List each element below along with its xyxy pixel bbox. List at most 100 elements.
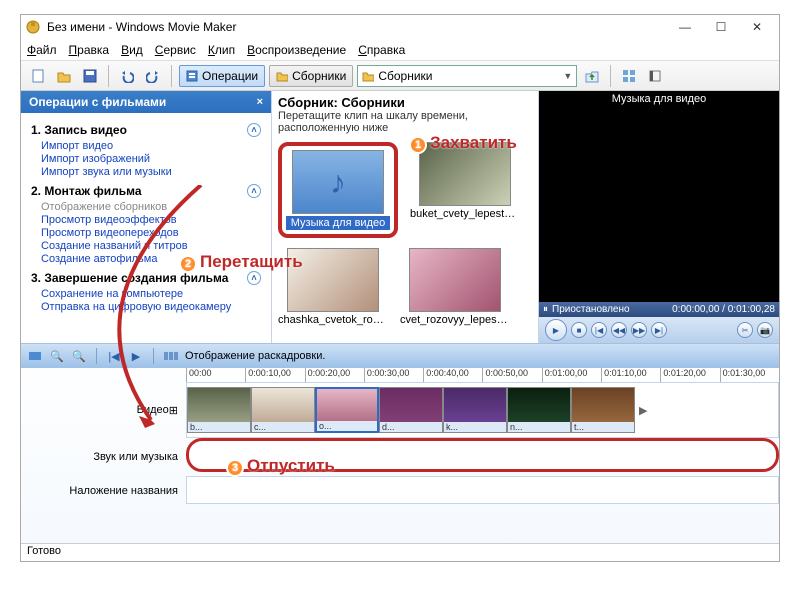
next-button[interactable]: ▶| — [651, 322, 667, 338]
audio-track-label: Звук или музыка — [21, 438, 186, 476]
menu-play[interactable]: Воспроизведение — [247, 43, 346, 57]
play-timeline-button[interactable]: ▶ — [128, 348, 144, 364]
combo-text: Сборники — [378, 69, 432, 83]
clip[interactable]: c... — [251, 387, 315, 433]
video-track[interactable]: b... c... o... d... k... n... t... ▶ — [186, 382, 779, 438]
view1-button[interactable] — [618, 65, 640, 87]
menu-edit[interactable]: Правка — [69, 43, 110, 57]
undo-button[interactable] — [116, 65, 138, 87]
chevron-up-icon: ˄ — [247, 184, 261, 198]
split-button[interactable]: ✂ — [737, 322, 753, 338]
music-note-icon: ♪ — [330, 164, 346, 201]
menu-view[interactable]: Вид — [121, 43, 143, 57]
timeline-toolbar: 🔍 🔍 |◀ ▶ Отображение раскадровки. — [21, 344, 779, 368]
thumb-audio[interactable]: ♪ Музыка для видео — [278, 142, 398, 238]
titlebar: Без имени - Windows Movie Maker — ☐ ✕ — [21, 15, 779, 39]
video-transitions-link[interactable]: Просмотр видеопереходов — [41, 227, 261, 239]
tick: 0:01:20,00 — [660, 368, 719, 382]
new-button[interactable] — [27, 65, 49, 87]
menu-tools[interactable]: Сервис — [155, 43, 196, 57]
menu-clip[interactable]: Клип — [208, 43, 235, 57]
show-collections-link[interactable]: Отображение сборников — [41, 201, 261, 213]
titles-link[interactable]: Создание названий и титров — [41, 240, 261, 252]
stop-button[interactable]: ■ — [571, 322, 587, 338]
pause-icon: ⏸ — [543, 304, 548, 315]
tick: 0:00:30,00 — [364, 368, 423, 382]
timeline-tracks: 00:00 0:00:10,00 0:00:20,00 0:00:30,00 0… — [186, 368, 779, 543]
maximize-button[interactable]: ☐ — [703, 17, 739, 37]
view2-button[interactable] — [644, 65, 666, 87]
scroll-right-icon[interactable]: ▶ — [639, 404, 647, 417]
zoom-in-icon[interactable]: 🔍 — [49, 348, 65, 364]
rewind-timeline-button[interactable]: |◀ — [106, 348, 122, 364]
chevron-down-icon: ▼ — [563, 71, 572, 81]
automovie-link[interactable]: Создание автофильма — [41, 253, 261, 265]
import-images-link[interactable]: Импорт изображений — [41, 153, 261, 165]
section-3[interactable]: 3. Завершение создания фильма˄ — [31, 271, 261, 285]
title-track-label: Наложение названия — [21, 476, 186, 506]
zoom-out-icon[interactable]: 🔍 — [71, 348, 87, 364]
clip[interactable]: d... — [379, 387, 443, 433]
video-status-bar: ⏸ Приостановлено 0:00:00,00 / 0:01:00,28 — [539, 302, 779, 317]
tasks-close-button[interactable]: × — [257, 96, 263, 108]
collection-hint: Перетащите клип на шкалу времени, распол… — [278, 110, 532, 134]
clip[interactable]: o... — [315, 387, 379, 433]
audio-track[interactable] — [186, 438, 779, 472]
timeline-ruler: 00:00 0:00:10,00 0:00:20,00 0:00:30,00 0… — [186, 368, 779, 382]
menu-file[interactable]: Файл — [27, 43, 57, 57]
thumb-caption: Музыка для видео — [286, 216, 390, 230]
app-window: Без имени - Windows Movie Maker — ☐ ✕ Фа… — [20, 14, 780, 562]
tasks-pane: Операции с фильмами × 1. Запись видео˄ И… — [21, 91, 271, 343]
save-computer-link[interactable]: Сохранение на компьютере — [41, 288, 261, 300]
status-bar: Готово — [21, 543, 779, 561]
tasks-toggle[interactable]: Операции — [179, 65, 265, 87]
tasks-label: Операции — [202, 69, 258, 83]
storyboard-label[interactable]: Отображение раскадровки. — [185, 350, 325, 362]
save-button[interactable] — [79, 65, 101, 87]
import-audio-link[interactable]: Импорт звука или музыки — [41, 166, 261, 178]
thumb-image[interactable]: buket_cvety_lepestki_be... — [410, 142, 520, 238]
main-row: Операции с фильмами × 1. Запись видео˄ И… — [21, 91, 779, 343]
video-preview — [539, 107, 779, 302]
minimize-button[interactable]: — — [667, 17, 703, 37]
thumb-image[interactable]: cvet_rozovyy_lepestki_r... — [400, 248, 510, 326]
collection-thumbs: ♪ Музыка для видео buket_cvety_lepestki_… — [278, 142, 532, 326]
play-button[interactable]: ▶ — [545, 319, 567, 341]
up-button[interactable] — [581, 65, 603, 87]
open-button[interactable] — [53, 65, 75, 87]
tick: 0:01:30,00 — [720, 368, 779, 382]
storyboard-icon[interactable] — [163, 348, 179, 364]
menubar: Файл Правка Вид Сервис Клип Воспроизведе… — [21, 39, 779, 61]
section-2[interactable]: 2. Монтаж фильма˄ — [31, 184, 261, 198]
timeline-view-icon[interactable] — [27, 348, 43, 364]
clip[interactable]: b... — [187, 387, 251, 433]
thumb-image[interactable]: chashka_cvetok_roza_8... — [278, 248, 388, 326]
app-icon — [25, 19, 41, 35]
timeline-pane: 🔍 🔍 |◀ ▶ Отображение раскадровки. Видео … — [21, 343, 779, 543]
forward-button[interactable]: ▶▶ — [631, 322, 647, 338]
video-pane: Музыка для видео ⏸ Приостановлено 0:00:0… — [539, 91, 779, 343]
close-button[interactable]: ✕ — [739, 17, 775, 37]
snapshot-button[interactable]: 📷 — [757, 322, 773, 338]
send-dv-link[interactable]: Отправка на цифровую видеокамеру — [41, 301, 261, 313]
section-1[interactable]: 1. Запись видео˄ — [31, 123, 261, 137]
thumb-caption: buket_cvety_lepestki_be... — [410, 208, 520, 220]
tasks-header: Операции с фильмами × — [21, 91, 271, 113]
tick: 00:00 — [186, 368, 245, 382]
clip[interactable]: n... — [507, 387, 571, 433]
collections-combo[interactable]: Сборники ▼ — [357, 65, 577, 87]
video-controls: ▶ ■ |◀ ◀◀ ▶▶ ▶| ✂ 📷 — [539, 317, 779, 343]
prev-button[interactable]: |◀ — [591, 322, 607, 338]
collections-toggle[interactable]: Сборники — [269, 65, 353, 87]
title-overlay-track[interactable] — [186, 476, 779, 504]
menu-help[interactable]: Справка — [358, 43, 405, 57]
redo-button[interactable] — [142, 65, 164, 87]
separator — [610, 65, 611, 87]
clip[interactable]: k... — [443, 387, 507, 433]
import-video-link[interactable]: Импорт видео — [41, 140, 261, 152]
clip[interactable]: t... — [571, 387, 635, 433]
toolbar: Операции Сборники Сборники ▼ — [21, 61, 779, 91]
video-effects-link[interactable]: Просмотр видеоэффектов — [41, 214, 261, 226]
separator — [108, 65, 109, 87]
rewind-button[interactable]: ◀◀ — [611, 322, 627, 338]
